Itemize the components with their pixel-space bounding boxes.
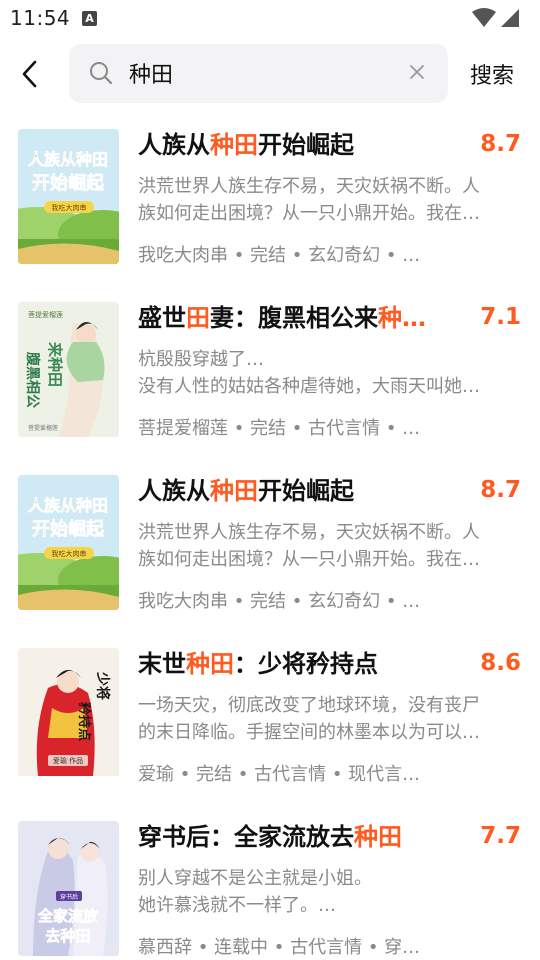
book-rating: 8.6 [480,650,521,676]
search-button[interactable]: 搜索 [470,58,514,90]
description-line: 的末日降临。手握空间的林墨本以为可以… [138,722,480,743]
cover-title-line1: 少将 [94,671,111,700]
cover-title-line1: 全家流放 [37,907,99,925]
title-highlight: 田 [186,304,210,332]
status-time: 11:54 [10,6,71,30]
description-line: 族如何走出困境？从一只小鼎开始。我在… [138,549,480,570]
input-method-icon: A [82,11,97,26]
book-meta: 我吃大肉串 • 完结 • 玄幻奇幻 • … [138,591,421,612]
book-description: 洪荒世界人族生存不易，天灾妖祸不断。人 族如何走出困境？从一只小鼎开始。我在… [138,519,518,573]
title-part: 人族从 [138,477,210,505]
list-item[interactable]: 人族从种田 开始崛起 我吃大肉串 人族从种田开始崛起 8.7 洪荒世界人族生存不… [0,473,540,646]
title-part: 妻：腹黑相公来 [210,304,378,332]
cover-author: 我吃大肉串 [52,549,87,558]
svg-text:菩提爱榴莲: 菩提爱榴莲 [28,310,63,319]
title-part: 末世 [138,650,186,678]
title-part: 穿书后：全家流放去 [138,823,354,851]
cover-title-line2: 矜持点 [76,702,92,741]
description-line: 一场天灾，彻底改变了地球环境，没有丧尸 [138,695,480,716]
book-description: 别人穿越不是公主就是小姐。 她许慕浅就不一样了。… [138,865,518,919]
book-rating: 8.7 [480,131,521,157]
signal-icon [501,9,519,27]
search-header: 搜索 [0,44,540,104]
wifi-icon [472,8,496,27]
book-cover: 少将 矜持点 爱瑜 作品 [18,648,119,783]
list-item[interactable]: 人族从种田 开始崛起 我吃大肉串 人族从种田开始崛起 8.7 洪荒世界人族生存不… [0,127,540,300]
title-highlight: 种田 [210,131,258,159]
book-title: 盛世田妻：腹黑相公来种… [138,302,458,334]
book-meta: 慕西辞 • 连载中 • 古代言情 • 穿… [138,937,421,958]
list-item[interactable]: 穿书后 全家流放 去种田 穿书后：全家流放去种田 7.7 别人穿越不是公主就是小… [0,819,540,960]
book-meta: 我吃大肉串 • 完结 • 玄幻奇幻 • … [138,245,421,266]
list-item[interactable]: 少将 矜持点 爱瑜 作品 末世种田：少将矜持点 8.6 一场天灾，彻底改变了地球… [0,646,540,819]
cover-author: 我吃大肉串 [52,203,87,212]
status-bar: 11:54 A [0,0,540,36]
list-item[interactable]: 菩提爱榴莲 腹黑相公 来种田 菩提爱榴莲 盛世田妻：腹黑相公来种… 7.1 杭殷… [0,300,540,473]
description-line: 杭殷殷穿越了… [138,349,264,370]
description-line: 洪荒世界人族生存不易，天灾妖祸不断。人 [138,176,480,197]
cover-title-line1: 人族从种田 [28,496,108,515]
cover-author: 菩提爱榴莲 [28,424,58,432]
cover-title-line1: 腹黑相公 [24,352,41,408]
cover-title-line2: 去种田 [45,927,90,945]
back-arrow-icon [22,60,37,88]
result-list: 人族从种田 开始崛起 我吃大肉串 人族从种田开始崛起 8.7 洪荒世界人族生存不… [0,127,540,960]
book-rating: 7.7 [480,823,521,849]
book-cover: 人族从种田 开始崛起 我吃大肉串 [18,475,119,610]
search-box[interactable] [69,44,448,103]
book-cover: 人族从种田 开始崛起 我吃大肉串 [18,129,119,264]
title-part: 开始崛起 [258,477,354,505]
book-title: 末世种田：少将矜持点 [138,648,458,680]
title-highlight: 种田 [186,650,234,678]
book-description: 一场天灾，彻底改变了地球环境，没有丧尸 的末日降临。手握空间的林墨本以为可以… [138,692,518,746]
status-icons [472,8,520,28]
cover-subtitle: 穿书后 [60,893,78,901]
book-title: 人族从种田开始崛起 [138,129,458,161]
title-highlight: 种田 [210,477,258,505]
title-highlight: 种… [378,304,426,332]
description-line: 族如何走出困境？从一只小鼎开始。我在… [138,203,480,224]
book-title: 人族从种田开始崛起 [138,475,458,507]
cover-author: 爱瑜 作品 [53,756,83,765]
cover-title-line2: 来种田 [46,341,64,387]
book-description: 洪荒世界人族生存不易，天灾妖祸不断。人 族如何走出困境？从一只小鼎开始。我在… [138,173,518,227]
book-cover: 穿书后 全家流放 去种田 [18,821,119,956]
description-line: 她许慕浅就不一样了。… [138,895,336,916]
description-line: 洪荒世界人族生存不易，天灾妖祸不断。人 [138,522,480,543]
cover-title-line2: 开始崛起 [32,518,105,540]
back-button[interactable] [12,52,48,96]
book-cover: 菩提爱榴莲 腹黑相公 来种田 菩提爱榴莲 [18,302,119,437]
search-icon [90,62,113,85]
cover-title-line1: 人族从种田 [28,150,108,169]
title-highlight: 种田 [354,823,402,851]
description-line: 没有人性的姑姑各种虐待她，大雨天叫她… [138,376,480,397]
title-part: 盛世 [138,304,186,332]
title-part: 人族从 [138,131,210,159]
book-rating: 7.1 [480,304,521,330]
clear-icon[interactable] [408,63,426,81]
book-meta: 菩提爱榴莲 • 完结 • 古代言情 • … [138,418,421,439]
title-part: 开始崛起 [258,131,354,159]
description-line: 别人穿越不是公主就是小姐。 [138,868,372,889]
book-rating: 8.7 [480,477,521,503]
title-part: ：少将矜持点 [234,650,378,678]
book-title: 穿书后：全家流放去种田 [138,821,458,853]
book-meta: 爱瑜 • 完结 • 古代言情 • 现代言… [138,764,421,785]
search-input[interactable] [129,56,389,90]
book-description: 杭殷殷穿越了… 没有人性的姑姑各种虐待她，大雨天叫她… [138,346,518,400]
cover-title-line2: 开始崛起 [32,172,105,194]
